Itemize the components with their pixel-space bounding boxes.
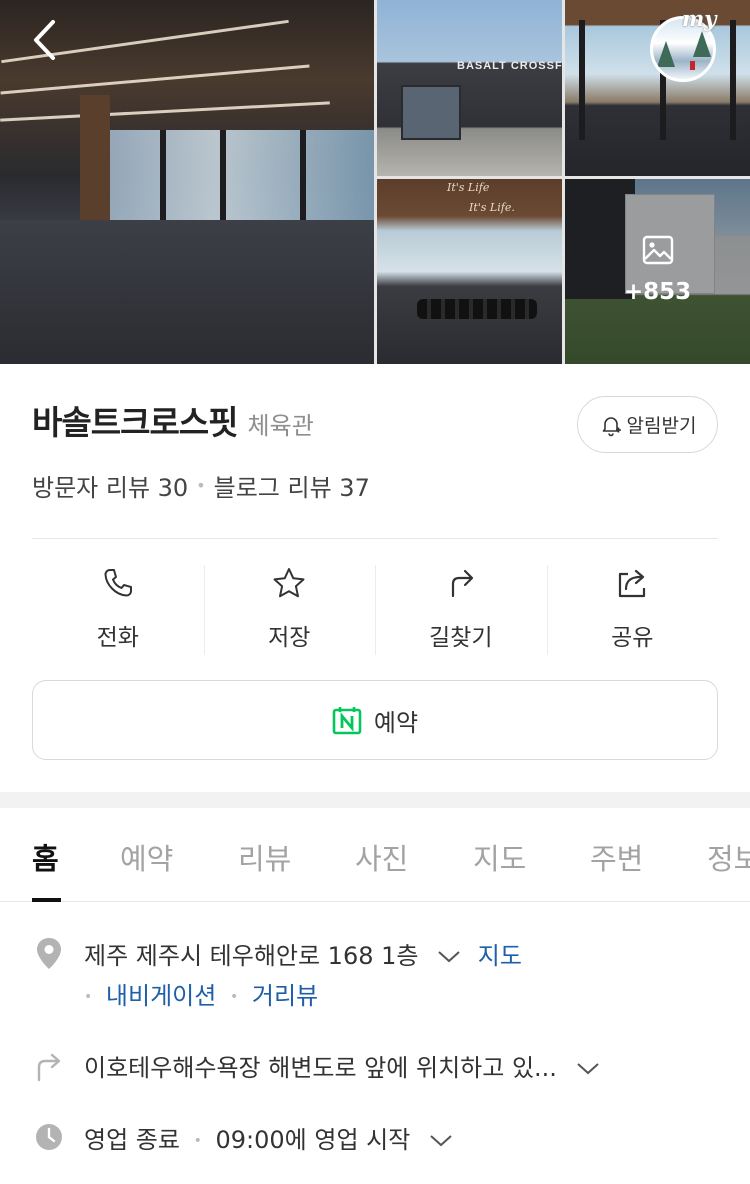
back-button[interactable]: [28, 18, 64, 62]
chevron-left-icon: [34, 20, 55, 60]
place-name: 바솔트크로스핏: [32, 403, 239, 442]
address-text: 제주 제주시 테우해안로 168 1층: [84, 942, 419, 970]
chevron-down-icon[interactable]: [428, 1133, 454, 1149]
map-link[interactable]: 지도: [478, 942, 522, 970]
phone-icon: [104, 569, 132, 597]
tab-home[interactable]: 홈: [32, 836, 59, 878]
share-icon: [619, 569, 646, 598]
chevron-down-icon[interactable]: [575, 1061, 601, 1077]
hours-next-open: 09:00에 영업 시작: [215, 1126, 411, 1154]
tab-map[interactable]: 지도: [473, 836, 526, 878]
navigation-link[interactable]: 내비게이션: [106, 982, 216, 1010]
save-button[interactable]: 저장: [203, 560, 376, 660]
wall-text: It's Life.: [469, 201, 515, 214]
tab-info[interactable]: 정보: [707, 836, 750, 878]
hours-row[interactable]: 영업 종료 • 09:00에 영업 시작: [84, 1120, 454, 1155]
share-button[interactable]: 공유: [546, 560, 719, 660]
gallery-photo-4[interactable]: It's Life It's Life.: [377, 179, 562, 364]
tree-shape: [657, 41, 675, 67]
ceiling-light: [0, 64, 310, 95]
tab-bar: 홈 예약 리뷰 사진 지도 주변 정보: [0, 808, 750, 902]
chevron-down-icon[interactable]: [436, 949, 462, 965]
directions-label: 길찾기: [429, 625, 493, 651]
notification-label: 알림받기: [626, 415, 697, 437]
directions-text: 이호테우해수욕장 해변도로 앞에 위치하고 있...: [84, 1054, 557, 1082]
hours-status: 영업 종료: [84, 1126, 180, 1154]
tab-nearby[interactable]: 주변: [590, 836, 643, 878]
address-links-row: • 내비게이션 • 거리뷰: [84, 976, 318, 1011]
naver-booking-icon: [332, 707, 362, 735]
reserve-button[interactable]: 예약: [32, 680, 718, 760]
directions-icon: [451, 569, 473, 598]
person-shape: [690, 61, 695, 70]
wall-text: It's Life: [447, 181, 490, 194]
more-photos-count: +853: [623, 279, 692, 305]
window-frame: [579, 20, 585, 140]
action-bar: 전화 저장 길찾기 공유: [32, 560, 718, 660]
notification-button[interactable]: 알림받기: [577, 396, 718, 453]
save-label: 저장: [268, 625, 311, 651]
photo-gallery: BASALT CROSSFI It's Life It's Life. +853: [0, 0, 750, 364]
tab-reservation[interactable]: 예약: [120, 836, 173, 878]
place-category: 체육관: [247, 412, 314, 440]
tab-photos[interactable]: 사진: [355, 836, 408, 878]
storefront-sign: BASALT CROSSFI: [457, 60, 562, 72]
directions-hint-icon: [37, 1053, 61, 1082]
gallery-photo-more[interactable]: +853: [565, 179, 750, 364]
separator-dot: •: [229, 989, 239, 1005]
blog-reviews-link[interactable]: 블로그 리뷰 37: [214, 468, 370, 503]
visitor-reviews-link[interactable]: 방문자 리뷰 30: [32, 468, 188, 503]
photo-overlay: [565, 179, 750, 364]
divider: [32, 538, 718, 539]
active-tab-indicator: [32, 898, 61, 902]
storefront-door: [401, 85, 461, 140]
my-label: my: [682, 6, 717, 31]
directions-button[interactable]: 길찾기: [375, 560, 547, 660]
separator-dot: •: [196, 476, 206, 495]
kettlebell-rack: [417, 299, 537, 319]
call-label: 전화: [96, 625, 139, 651]
separator-dot: •: [193, 1133, 202, 1149]
reserve-label: 예약: [373, 708, 419, 737]
place-title-row: 바솔트크로스핏 체육관: [32, 396, 314, 444]
call-button[interactable]: 전화: [32, 560, 204, 660]
location-pin-icon: [37, 938, 61, 969]
image-icon: [642, 235, 674, 265]
star-icon: [273, 568, 305, 598]
section-divider: [0, 792, 750, 808]
gym-windows: [110, 130, 374, 225]
gym-floor: [0, 220, 374, 364]
tree-shape: [693, 31, 711, 57]
tab-reviews[interactable]: 리뷰: [238, 836, 291, 878]
directions-row[interactable]: 이호테우해수욕장 해변도로 앞에 위치하고 있...: [84, 1048, 601, 1083]
streetview-link[interactable]: 거리뷰: [252, 982, 318, 1010]
clock-icon: [36, 1124, 62, 1150]
share-label: 공유: [611, 625, 654, 651]
separator-dot: •: [84, 989, 93, 1005]
my-profile-button[interactable]: my: [648, 6, 720, 82]
ceiling-light: [0, 101, 330, 122]
review-summary: 방문자 리뷰 30 • 블로그 리뷰 37: [32, 468, 370, 503]
address-row: 제주 제주시 테우해안로 168 1층 지도: [84, 936, 522, 971]
bell-plus-icon: [602, 416, 621, 436]
window-frame: [730, 20, 736, 140]
gallery-photo-2[interactable]: BASALT CROSSFI: [377, 0, 562, 176]
